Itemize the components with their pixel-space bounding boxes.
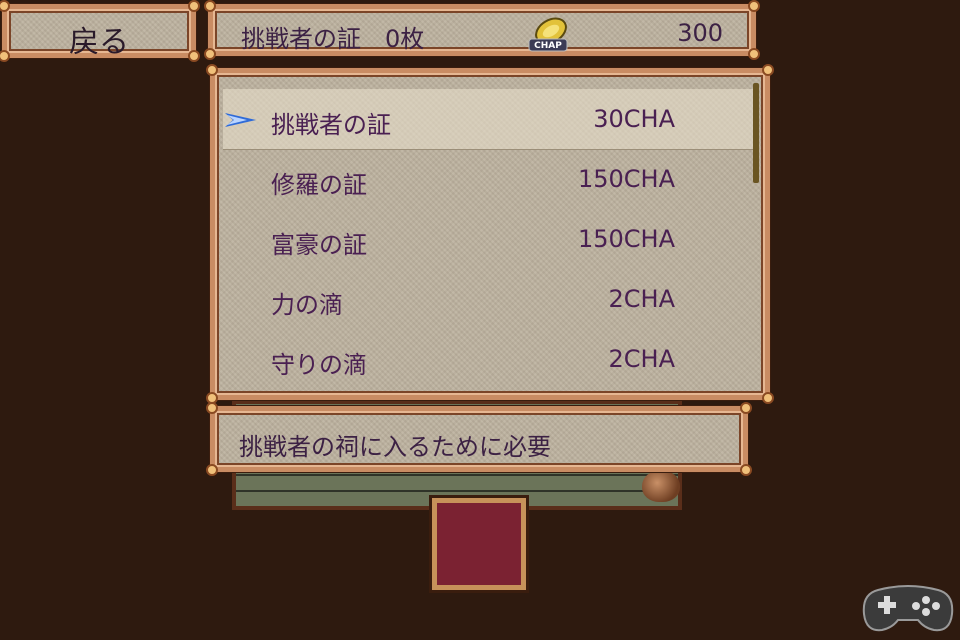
shop-item[interactable]: 力の滴 2CHA xyxy=(223,269,753,329)
frame-ornament xyxy=(0,0,10,12)
item-count-label: 挑戦者の証 0枚 xyxy=(241,25,425,53)
scrollbar-thumb[interactable] xyxy=(753,83,759,183)
red-carpet xyxy=(432,498,526,590)
shop-item-name: 富豪の証 xyxy=(271,231,367,259)
shop-item-list: 挑戦者の証 30CHA 修羅の証 150CHA 富豪の証 150CHA 力の滴 … xyxy=(206,64,774,404)
back-button-label: 戻る xyxy=(69,25,129,60)
shop-item-price: 2CHA xyxy=(608,345,676,373)
gamepad-icon[interactable] xyxy=(860,580,956,636)
frame-ornament xyxy=(206,402,218,414)
shop-item-price: 30CHA xyxy=(593,105,675,133)
shop-item-name: 守りの滴 xyxy=(271,351,367,379)
currency-value: 300 xyxy=(677,19,723,47)
shop-item[interactable]: 修羅の証 150CHA xyxy=(223,149,753,209)
currency-header: 挑戦者の証 0枚 CHAP 300 xyxy=(204,0,760,60)
frame-ornament xyxy=(206,464,218,476)
shop-item-name: 挑戦者の証 xyxy=(271,111,391,139)
item-description: 挑戦者の祠に入るために必要 xyxy=(239,433,551,461)
frame-ornament xyxy=(204,48,216,60)
shop-item-price: 150CHA xyxy=(577,165,675,193)
shop-item-price: 150CHA xyxy=(577,225,675,253)
selection-cursor-icon xyxy=(225,113,256,127)
frame-ornament xyxy=(188,0,200,12)
chap-coin-icon: CHAP xyxy=(528,17,568,52)
item-description-panel: 挑戦者の祠に入るために必要 xyxy=(206,402,752,476)
frame-ornament xyxy=(206,64,218,76)
coin-label: CHAP xyxy=(534,41,562,51)
frame-ornament xyxy=(740,464,752,476)
shop-item-name: 修羅の証 xyxy=(271,171,367,199)
frame-ornament xyxy=(748,48,760,60)
frame-ornament xyxy=(204,0,216,12)
shop-item-price: 2CHA xyxy=(608,285,676,313)
frame-ornament xyxy=(740,402,752,414)
shop-item[interactable]: 富豪の証 150CHA xyxy=(223,209,753,269)
frame-ornament xyxy=(762,392,774,404)
clay-pot xyxy=(642,470,680,502)
frame-ornament xyxy=(748,0,760,12)
shop-item-name: 力の滴 xyxy=(271,291,343,319)
shop-item[interactable]: 守りの滴 2CHA xyxy=(223,329,753,389)
back-button[interactable]: 戻る xyxy=(0,0,200,62)
shop-item[interactable]: 挑戦者の証 30CHA xyxy=(223,89,753,150)
frame-ornament xyxy=(762,64,774,76)
